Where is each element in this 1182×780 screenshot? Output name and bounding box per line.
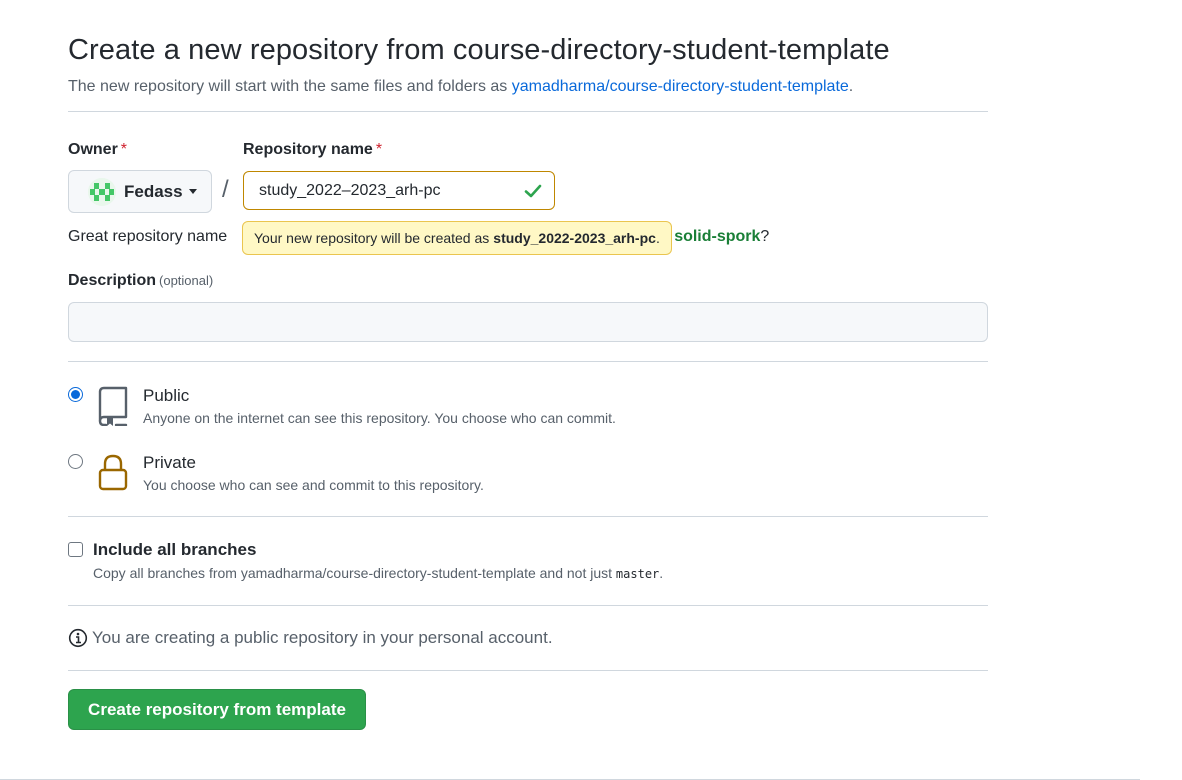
visibility-option-private: Private You choose who can see and commi… bbox=[68, 453, 988, 503]
repo-name-value: study_2022–2023_arh-pc bbox=[259, 181, 441, 199]
divider bbox=[68, 516, 988, 517]
avatar bbox=[88, 177, 116, 206]
default-branch-name: master bbox=[615, 567, 660, 581]
description-label: Description (optional) bbox=[68, 272, 213, 290]
owner-required-mark: * bbox=[120, 141, 128, 158]
caret-down-icon bbox=[188, 189, 197, 194]
include-branches-checkbox[interactable] bbox=[68, 542, 83, 557]
suggestion-suffix: ? bbox=[760, 228, 770, 245]
branches-note-prefix: Copy all branches from yamadharma/course… bbox=[93, 565, 616, 581]
owner-label: Owner * bbox=[68, 141, 127, 159]
tooltip-repo-name: study_2022-2023_arh-pc bbox=[493, 230, 656, 246]
suggested-name-link[interactable]: solid-spork bbox=[674, 228, 760, 245]
tooltip-suffix: . bbox=[655, 230, 660, 246]
description-optional: (optional) bbox=[159, 273, 214, 288]
divider bbox=[68, 670, 988, 671]
divider bbox=[68, 361, 988, 362]
repo-name-input[interactable]: study_2022–2023_arh-pc bbox=[243, 171, 555, 210]
public-radio[interactable] bbox=[68, 387, 83, 402]
owner-dropdown-button[interactable]: Fedass bbox=[68, 170, 212, 213]
repo-icon bbox=[98, 386, 128, 426]
info-icon bbox=[68, 628, 88, 648]
owner-repo-separator: / bbox=[222, 176, 229, 203]
subtitle-prefix: The new repository will start with the s… bbox=[68, 78, 512, 95]
public-note: Anyone on the internet can see this repo… bbox=[143, 410, 616, 426]
repo-name-label: Repository name * bbox=[243, 141, 382, 159]
info-text: You are creating a public repository in … bbox=[92, 628, 553, 647]
include-branches-note: Copy all branches from yamadharma/course… bbox=[93, 565, 663, 581]
check-icon bbox=[524, 184, 542, 198]
description-label-text: Description bbox=[68, 272, 157, 289]
branches-note-suffix: . bbox=[659, 565, 664, 581]
description-input[interactable] bbox=[68, 302, 988, 342]
owner-label-text: Owner bbox=[68, 141, 118, 158]
repo-name-tooltip: Your new repository will be created as st… bbox=[242, 221, 672, 255]
page-title: Create a new repository from course-dire… bbox=[68, 34, 890, 66]
private-title: Private bbox=[143, 453, 196, 472]
template-repo-link[interactable]: yamadharma/course-directory-student-temp… bbox=[512, 78, 849, 95]
page-subtitle: The new repository will start with the s… bbox=[68, 78, 853, 96]
subtitle-suffix: . bbox=[848, 78, 854, 95]
divider bbox=[68, 605, 988, 606]
public-title: Public bbox=[143, 386, 190, 405]
private-radio[interactable] bbox=[68, 454, 83, 469]
visibility-option-public: Public Anyone on the internet can see th… bbox=[68, 386, 988, 436]
suggestion-prefix: Great repository name bbox=[68, 228, 228, 245]
create-repository-button[interactable]: Create repository from template bbox=[68, 689, 366, 730]
tooltip-prefix: Your new repository will be created as bbox=[254, 230, 490, 246]
repo-name-label-text: Repository name bbox=[243, 141, 373, 158]
visibility-info: You are creating a public repository in … bbox=[68, 628, 553, 648]
include-branches-label[interactable]: Include all branches bbox=[93, 540, 256, 560]
lock-icon bbox=[98, 454, 128, 491]
owner-name: Fedass bbox=[124, 181, 183, 201]
repo-name-required-mark: * bbox=[375, 141, 383, 158]
divider bbox=[68, 111, 988, 112]
private-note: You choose who can see and commit to thi… bbox=[143, 477, 484, 493]
